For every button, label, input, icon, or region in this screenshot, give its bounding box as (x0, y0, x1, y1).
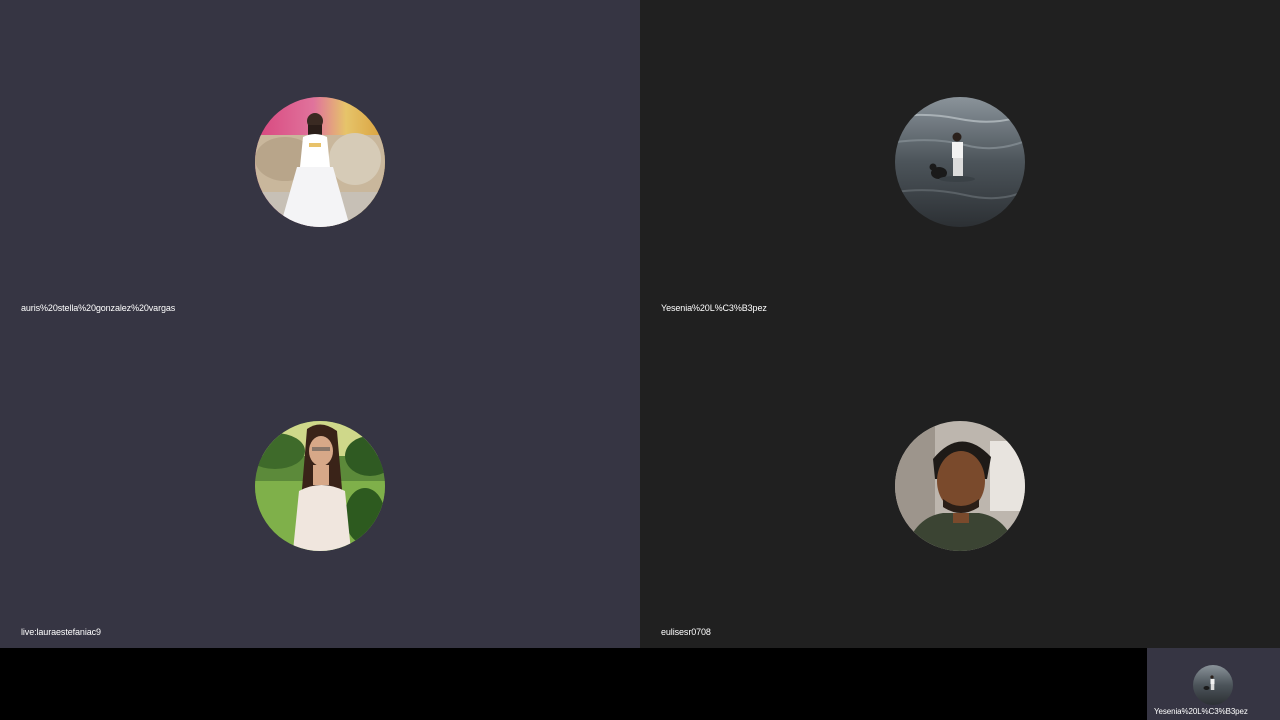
bottom-bar (0, 648, 1280, 720)
participant-name: live:lauraestefaniac9 (21, 627, 101, 637)
avatar-photo-icon (895, 421, 1025, 551)
participant-tile[interactable]: Yesenia%20L%C3%B3pez (640, 0, 1280, 324)
avatar-photo-icon (255, 421, 385, 551)
avatar-photo-icon (255, 97, 385, 227)
participant-name: eulisesr0708 (661, 627, 711, 637)
participant-avatar (255, 421, 385, 551)
self-avatar (1193, 665, 1233, 705)
self-view-tile[interactable]: Yesenia%20L%C3%B3pez (1147, 648, 1280, 720)
participant-tile[interactable]: eulisesr0708 (640, 324, 1280, 648)
avatar-photo-icon (1193, 665, 1233, 705)
participant-avatar (255, 97, 385, 227)
participant-grid: auris%20stella%20gonzalez%20vargas Yesen… (0, 0, 1280, 648)
self-view-name: Yesenia%20L%C3%B3pez (1154, 707, 1248, 716)
participant-tile[interactable]: live:lauraestefaniac9 (0, 324, 640, 648)
participant-avatar (895, 421, 1025, 551)
avatar-photo-icon (895, 97, 1025, 227)
participant-name: Yesenia%20L%C3%B3pez (661, 303, 767, 313)
participant-tile[interactable]: auris%20stella%20gonzalez%20vargas (0, 0, 640, 324)
participant-avatar (895, 97, 1025, 227)
participant-name: auris%20stella%20gonzalez%20vargas (21, 303, 176, 313)
